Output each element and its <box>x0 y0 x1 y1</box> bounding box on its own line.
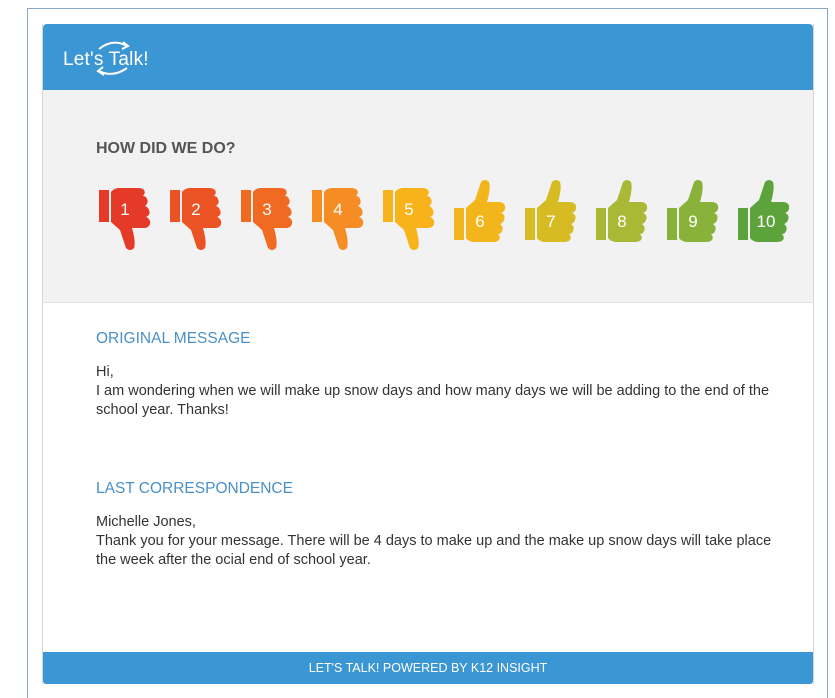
thumbs-up-icon <box>525 180 577 242</box>
original-message-title: ORIGINAL MESSAGE <box>96 330 251 347</box>
rating-option-10[interactable]: 10 <box>735 178 791 244</box>
original-message-body: I am wondering when we will make up snow… <box>96 383 770 418</box>
rating-option-number: 2 <box>191 200 201 219</box>
rating-option-8[interactable]: 8 <box>593 178 649 244</box>
last-correspondence-body: Thank you for your message. There will b… <box>96 533 772 568</box>
logo-text: Let's Talk! <box>63 49 149 70</box>
rating-option-4[interactable]: 4 <box>309 186 365 252</box>
thumbs-up-icon <box>596 180 648 242</box>
thumbs-up-icon <box>667 180 719 242</box>
footer-bar: LET'S TALK! POWERED BY K12 INSIGHT <box>43 652 813 684</box>
rating-option-5[interactable]: 5 <box>380 186 436 252</box>
last-correspondence-title: LAST CORRESPONDENCE <box>96 480 293 497</box>
rating-panel: HOW DID WE DO? 1 2 3 4 5 6 7 8 9 10 <box>43 90 813 303</box>
header-bar: Let's Talk! <box>43 24 813 90</box>
rating-option-7[interactable]: 7 <box>522 178 578 244</box>
rating-option-6[interactable]: 6 <box>451 178 507 244</box>
last-correspondence-greeting: Michelle Jones, <box>96 514 196 530</box>
rating-option-3[interactable]: 3 <box>238 186 294 252</box>
rating-option-number: 4 <box>333 200 343 219</box>
rating-option-number: 7 <box>546 212 556 231</box>
rating-option-2[interactable]: 2 <box>167 186 223 252</box>
rating-option-number: 1 <box>120 200 130 219</box>
survey-card: Let's Talk! HOW DID WE DO? 1 2 3 4 5 6 7 8 9 10 O… <box>42 24 814 684</box>
rating-option-number: 8 <box>617 212 627 231</box>
rating-title: HOW DID WE DO? <box>96 140 236 157</box>
rating-option-number: 5 <box>404 200 414 219</box>
thumbs-up-icon <box>738 180 790 242</box>
rating-option-number: 3 <box>262 200 272 219</box>
rating-option-1[interactable]: 1 <box>96 186 152 252</box>
original-message-greeting: Hi, <box>96 364 114 380</box>
thumbs-up-icon <box>454 180 506 242</box>
rating-option-number: 10 <box>756 212 776 231</box>
rating-option-number: 9 <box>688 212 698 231</box>
rating-option-9[interactable]: 9 <box>664 178 720 244</box>
lets-talk-logo: Let's Talk! <box>63 38 173 78</box>
rating-option-number: 6 <box>475 212 485 231</box>
